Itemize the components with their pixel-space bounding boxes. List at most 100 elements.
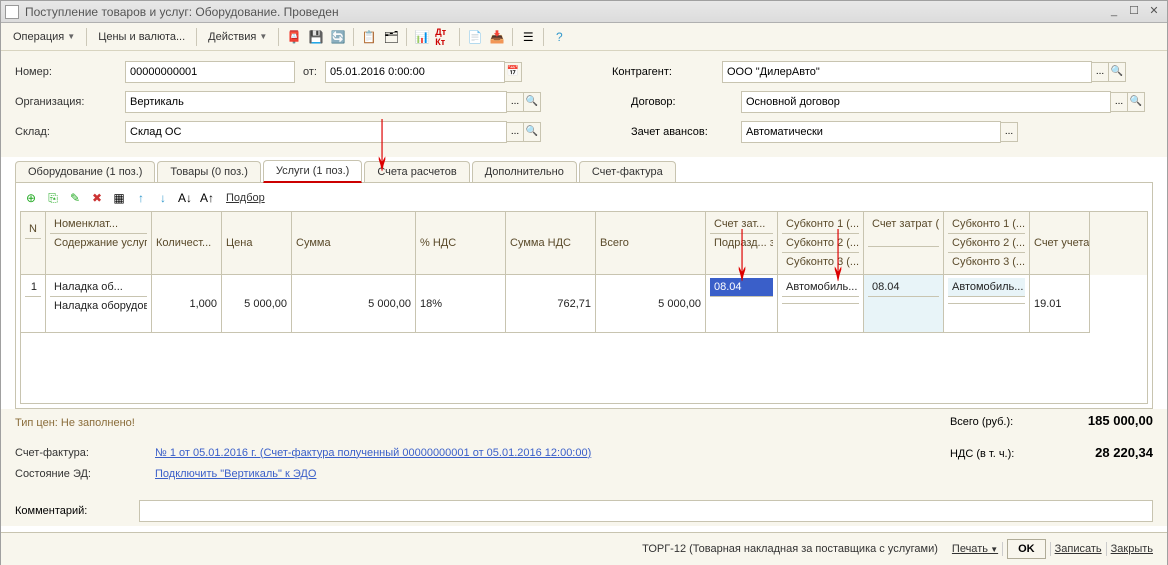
table-toolbar: ⊕ ⎘ ✎ ✖ ▦ ↑ ↓ A↓ A↑ Подбор [20, 187, 1148, 209]
maximize-button[interactable]: ☐ [1125, 4, 1143, 20]
save-button[interactable]: Записать [1055, 543, 1102, 555]
basis-icon[interactable]: 📋 [359, 27, 379, 47]
tab-invoice[interactable]: Счет-фактура [579, 161, 676, 182]
tab-services[interactable]: Услуги (1 поз.) [263, 160, 362, 183]
copy-icon[interactable]: ⎘ [44, 189, 62, 207]
search-icon[interactable]: 🔍 [1127, 92, 1145, 112]
advance-label: Зачет авансов: [631, 126, 741, 138]
number-label: Номер: [15, 66, 125, 78]
counterparty-label: Контрагент: [612, 66, 722, 78]
invoice-label: Счет-фактура: [15, 447, 155, 459]
advance-field[interactable] [741, 121, 1001, 143]
selected-cell: 08.04 [710, 278, 773, 297]
grid-header: N Номенклат...Содержание услуги, до... К… [21, 212, 1147, 275]
form-area: Номер: от: 📅 Контрагент: ... 🔍 Организац… [1, 51, 1167, 157]
counterparty-field[interactable] [722, 61, 1092, 83]
select-icon[interactable]: ... [1000, 122, 1018, 142]
selection-link[interactable]: Подбор [226, 192, 265, 204]
actions-menu[interactable]: Действия▼ [202, 28, 273, 46]
minimize-button[interactable]: _ [1105, 4, 1123, 20]
comment-field[interactable] [139, 500, 1153, 522]
price-type: Тип цен: Не заполнено! [15, 413, 135, 433]
bottom-bar: ТОРГ-12 (Товарная накладная за поставщик… [1, 532, 1167, 565]
search-icon[interactable]: 🔍 [523, 122, 541, 142]
contract-label: Договор: [631, 96, 741, 108]
dt-kt-icon[interactable]: Дт Кт [434, 27, 454, 47]
hdr-subnu: Субконто 1 (...Субконто 2 (...Субконто 3… [944, 212, 1030, 275]
edit-icon[interactable]: ✎ [66, 189, 84, 207]
structure-icon[interactable]: 🗂 [381, 27, 401, 47]
contract-field[interactable] [741, 91, 1111, 113]
tab-content: ⊕ ⎘ ✎ ✖ ▦ ↑ ↓ A↓ A↑ Подбор N Номенклат..… [15, 182, 1153, 409]
tab-additional[interactable]: Дополнительно [472, 161, 577, 182]
hdr-vatacc: Счет учета НДС [1030, 212, 1090, 275]
tab-accounts[interactable]: Счета расчетов [364, 161, 469, 182]
close-link[interactable]: Закрыть [1111, 543, 1153, 555]
total-value: 185 000,00 [1053, 413, 1153, 428]
date-field[interactable] [325, 61, 505, 83]
hdr-sub: Субконто 1 (...Субконто 2 (...Субконто 3… [778, 212, 864, 275]
print-button[interactable]: Печать ▼ [952, 543, 998, 555]
tabs: Оборудование (1 поз.) Товары (0 поз.) Ус… [15, 159, 1153, 182]
refresh-icon[interactable]: 🔄 [328, 27, 348, 47]
table-row[interactable]: 1 Наладка об...Наладка оборудова... 1,00… [21, 275, 1147, 333]
warehouse-label: Склад: [15, 126, 125, 138]
ok-button[interactable]: OK [1007, 539, 1046, 559]
help-icon[interactable]: ? [549, 27, 569, 47]
comment-label: Комментарий: [15, 505, 139, 517]
search-icon[interactable]: 🔍 [1108, 62, 1126, 82]
hdr-accnu: Счет затрат (НУ) [864, 212, 944, 275]
invoice-link[interactable]: № 1 от 05.01.2016 г. (Счет-фактура получ… [155, 447, 591, 459]
hdr-n: N [21, 212, 46, 275]
titlebar: Поступление товаров и услуг: Оборудовани… [1, 1, 1167, 23]
prices-menu[interactable]: Цены и валюта... [92, 28, 191, 46]
delete-icon[interactable]: ✖ [88, 189, 106, 207]
hdr-sum: Сумма [292, 212, 416, 275]
hdr-vatsum: Сумма НДС [506, 212, 596, 275]
hdr-qty: Количест... [152, 212, 222, 275]
select-icon[interactable]: ... [1110, 92, 1128, 112]
list-icon[interactable]: ☰ [518, 27, 538, 47]
report-icon[interactable]: 📄 [465, 27, 485, 47]
select-icon[interactable]: ... [506, 122, 524, 142]
select-icon[interactable]: ... [1091, 62, 1109, 82]
hdr-nomen: Номенклат...Содержание услуги, до... [46, 212, 152, 275]
operation-menu[interactable]: Операция▼ [7, 28, 81, 46]
grid[interactable]: N Номенклат...Содержание услуги, до... К… [20, 211, 1148, 404]
sort-desc-icon[interactable]: A↑ [198, 189, 216, 207]
tab-equipment[interactable]: Оборудование (1 поз.) [15, 161, 155, 182]
edo-link[interactable]: Подключить "Вертикаль" к ЭДО [155, 468, 316, 480]
app-icon [5, 5, 19, 19]
hdr-vat: % НДС [416, 212, 506, 275]
save-icon[interactable]: 💾 [306, 27, 326, 47]
hdr-price: Цена [222, 212, 292, 275]
fill-icon[interactable]: 📥 [487, 27, 507, 47]
down-icon[interactable]: ↓ [154, 189, 172, 207]
org-field[interactable] [125, 91, 507, 113]
warehouse-field[interactable] [125, 121, 507, 143]
sort-asc-icon[interactable]: A↓ [176, 189, 194, 207]
total-label: Всего (руб.): [950, 416, 1050, 428]
calendar-icon[interactable]: 📅 [504, 62, 522, 82]
edo-label: Состояние ЭД: [15, 468, 155, 480]
close-button[interactable]: ✕ [1145, 4, 1163, 20]
from-label: от: [295, 66, 325, 78]
hdr-acc: Счет зат...Подразд... затрат [706, 212, 778, 275]
vat-label: НДС (в т. ч.): [950, 448, 1050, 460]
post-icon[interactable]: 📮 [284, 27, 304, 47]
vat-value: 28 220,34 [1053, 445, 1153, 460]
print-form-info: ТОРГ-12 (Товарная накладная за поставщик… [642, 543, 938, 555]
tab-goods[interactable]: Товары (0 поз.) [157, 161, 260, 182]
number-field[interactable] [125, 61, 295, 83]
totals-area: Тип цен: Не заполнено! Всего (руб.): 185… [1, 409, 1167, 437]
hdr-total: Всего [596, 212, 706, 275]
add-icon[interactable]: ⊕ [22, 189, 40, 207]
up-icon[interactable]: ↑ [132, 189, 150, 207]
org-label: Организация: [15, 96, 125, 108]
movements-icon[interactable]: 📊 [412, 27, 432, 47]
footer-area: Счет-фактура: № 1 от 05.01.2016 г. (Счет… [1, 437, 1167, 496]
comment-row: Комментарий: [1, 496, 1167, 526]
select-icon[interactable]: ... [506, 92, 524, 112]
search-icon[interactable]: 🔍 [523, 92, 541, 112]
finish-icon[interactable]: ▦ [110, 189, 128, 207]
